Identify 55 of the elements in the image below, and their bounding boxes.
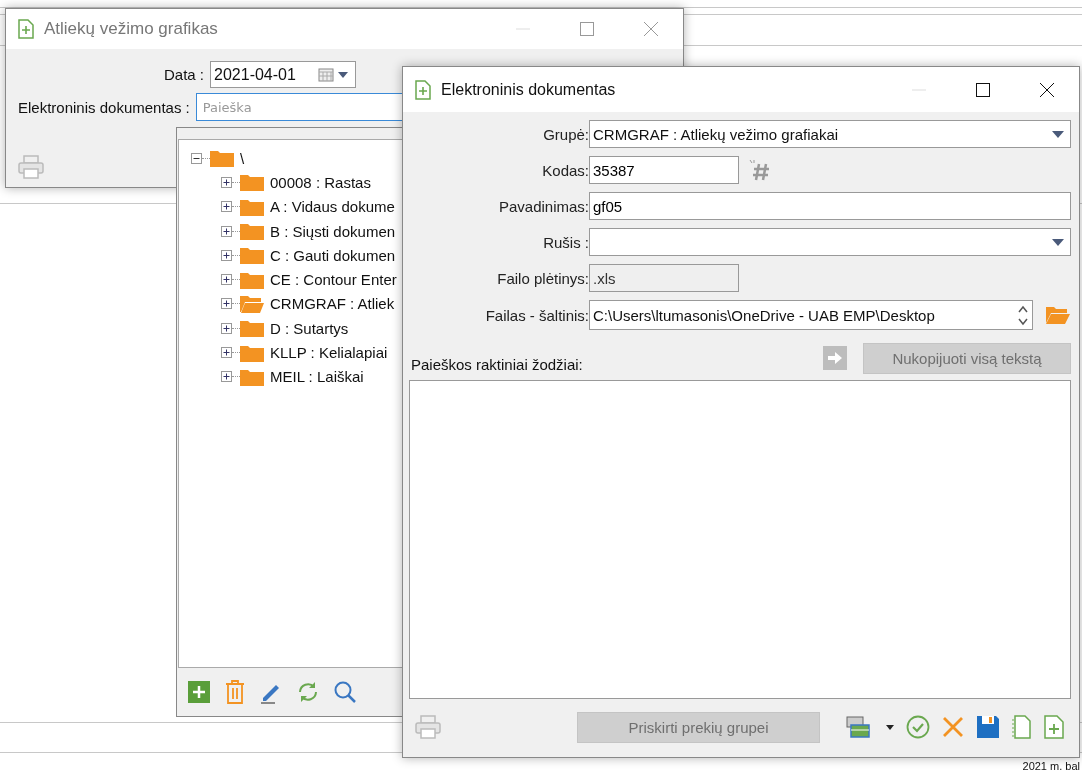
- expand-icon[interactable]: [221, 274, 232, 286]
- field-label: Kodas:: [541, 161, 589, 179]
- tree-item[interactable]: CRMGRAF : Atliek: [270, 295, 395, 313]
- tree-item[interactable]: B : Siųsti dokumen: [270, 222, 396, 240]
- dropdown-field[interactable]: [589, 228, 1071, 256]
- field-label: Failo plėtinys:: [496, 269, 589, 287]
- tree-item[interactable]: MEIL : Laiškai: [270, 368, 364, 386]
- tree-item[interactable]: C : Gauti dokumen: [270, 246, 396, 264]
- keywords-label: Paieškos raktiniai žodžiai:: [411, 355, 584, 373]
- document-copy-icon[interactable]: [1012, 715, 1032, 739]
- field-label: Pavadinimas:: [497, 197, 589, 215]
- maximize-icon[interactable]: [975, 81, 991, 98]
- expand-icon[interactable]: [221, 371, 232, 383]
- check-icon[interactable]: [906, 715, 930, 739]
- expand-icon[interactable]: [221, 201, 232, 213]
- tree-item[interactable]: CE : Contour Enter: [270, 271, 397, 289]
- save-icon[interactable]: [976, 715, 1000, 739]
- tree-item[interactable]: D : Sutartys: [270, 319, 349, 337]
- tree-item[interactable]: 00008 : Rastas: [270, 173, 371, 191]
- name-field[interactable]: gf05: [589, 192, 1071, 220]
- tree-item[interactable]: A : Vidaus dokume: [270, 198, 395, 216]
- trash-icon[interactable]: [224, 680, 246, 704]
- spin-arrows-icon[interactable]: [1017, 303, 1029, 327]
- window-title: Atliekų vežimo grafikas: [44, 19, 219, 39]
- document-add-icon: [415, 79, 431, 100]
- status-text: 2021 m. bal: [1022, 760, 1080, 773]
- expand-icon[interactable]: [221, 347, 232, 358]
- expand-icon[interactable]: [221, 176, 232, 188]
- expand-icon[interactable]: [221, 298, 232, 310]
- tree-item[interactable]: KLLP : Kelialapiai: [270, 344, 388, 361]
- cancel-icon[interactable]: [942, 716, 964, 738]
- search-icon[interactable]: [333, 680, 357, 704]
- refresh-icon[interactable]: [296, 680, 320, 704]
- expand-icon[interactable]: [221, 322, 232, 334]
- field-label: Grupė:: [542, 125, 589, 143]
- add-icon[interactable]: [187, 680, 211, 704]
- field-label: Failas - šaltinis:: [484, 306, 589, 324]
- date-field[interactable]: 2021-04-01: [210, 61, 357, 88]
- dropdown-arrow-icon[interactable]: [1052, 238, 1064, 246]
- dropdown-arrow-icon[interactable]: [1052, 130, 1064, 138]
- extension-field: .xls: [589, 264, 739, 292]
- close-icon[interactable]: [1039, 81, 1055, 98]
- expand-icon[interactable]: [221, 225, 232, 237]
- field-label: Rušis :: [542, 233, 589, 251]
- date-label: Data :: [164, 66, 205, 83]
- document-label: Elektroninis dokumentas :: [18, 98, 190, 116]
- document-add-icon[interactable]: [1044, 715, 1064, 739]
- file-path-field[interactable]: C:\Users\ltumasonis\OneDrive - UAB EMP\Desktop: [589, 300, 1033, 330]
- collapse-icon[interactable]: [191, 152, 202, 164]
- open-folder-icon[interactable]: [1045, 305, 1071, 325]
- code-field[interactable]: 35387: [589, 156, 739, 184]
- expand-icon[interactable]: [221, 249, 232, 261]
- tree-item[interactable]: \: [240, 149, 245, 167]
- dropdown-field[interactable]: CRMGRAF : Atliekų vežimo grafiakai: [589, 120, 1071, 148]
- document-add-icon: [18, 19, 34, 39]
